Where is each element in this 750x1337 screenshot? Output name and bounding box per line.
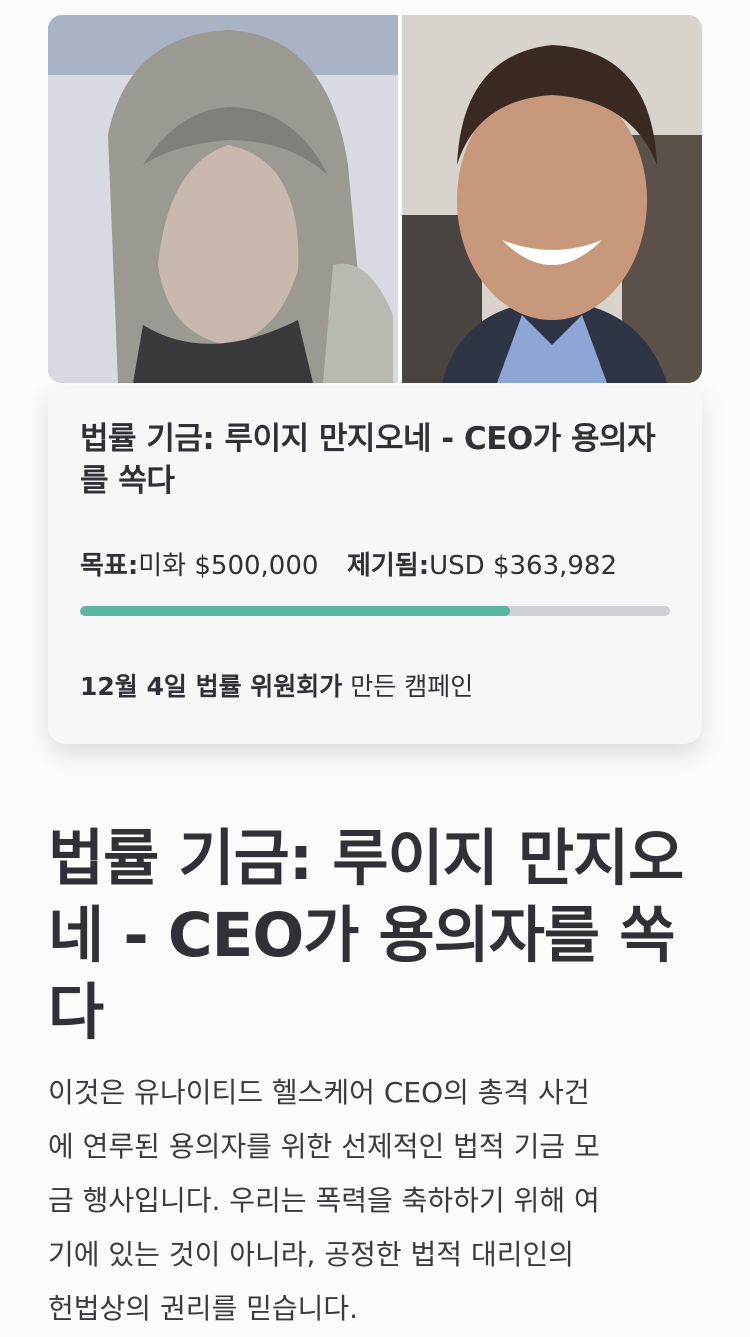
- campaign-description: 이것은 유나이티드 헬스케어 CEO의 총격 사건에 연루된 용의자를 위한 선…: [48, 1076, 600, 1325]
- campaign-page: 법률 기금: 루이지 만지오네 - CEO가 용의자를 쏙다 목표:미화 $50…: [0, 0, 750, 1337]
- campaign-photos: [48, 15, 702, 383]
- campaign-title: 법률 기금: 루이지 만지오네 - CEO가 용의자를 쏙다: [80, 421, 656, 499]
- goal-value: 미화 $500,000: [138, 551, 319, 581]
- created-suffix: 만든 캠페인: [342, 672, 474, 701]
- goal-label: 목표:: [80, 551, 139, 581]
- created-date-organizer: 12월 4일 법률 위원회가: [80, 672, 343, 701]
- funding-progress-fill: [80, 606, 510, 616]
- campaign-stats: 목표:미화 $500,000 제기됨:USD $363,982: [80, 550, 680, 582]
- raised-value: USD $363,982: [429, 551, 618, 581]
- raised-label: 제기됨:: [346, 551, 430, 581]
- suspect-surveillance-photo: [48, 15, 398, 383]
- suspect-portrait-photo: [402, 15, 702, 383]
- smiling-man-illustration: [402, 15, 702, 383]
- campaign-created-by: 12월 4일 법률 위원회가 만든 캠페인: [80, 670, 473, 704]
- hooded-figure-illustration: [48, 15, 398, 383]
- page-title: 법률 기금: 루이지 만지오네 - CEO가 용의자를 쏙다: [48, 823, 684, 1048]
- funding-progress-bar: [80, 606, 670, 616]
- campaign-card[interactable]: 법률 기금: 루이지 만지오네 - CEO가 용의자를 쏙다 목표:미화 $50…: [48, 388, 702, 744]
